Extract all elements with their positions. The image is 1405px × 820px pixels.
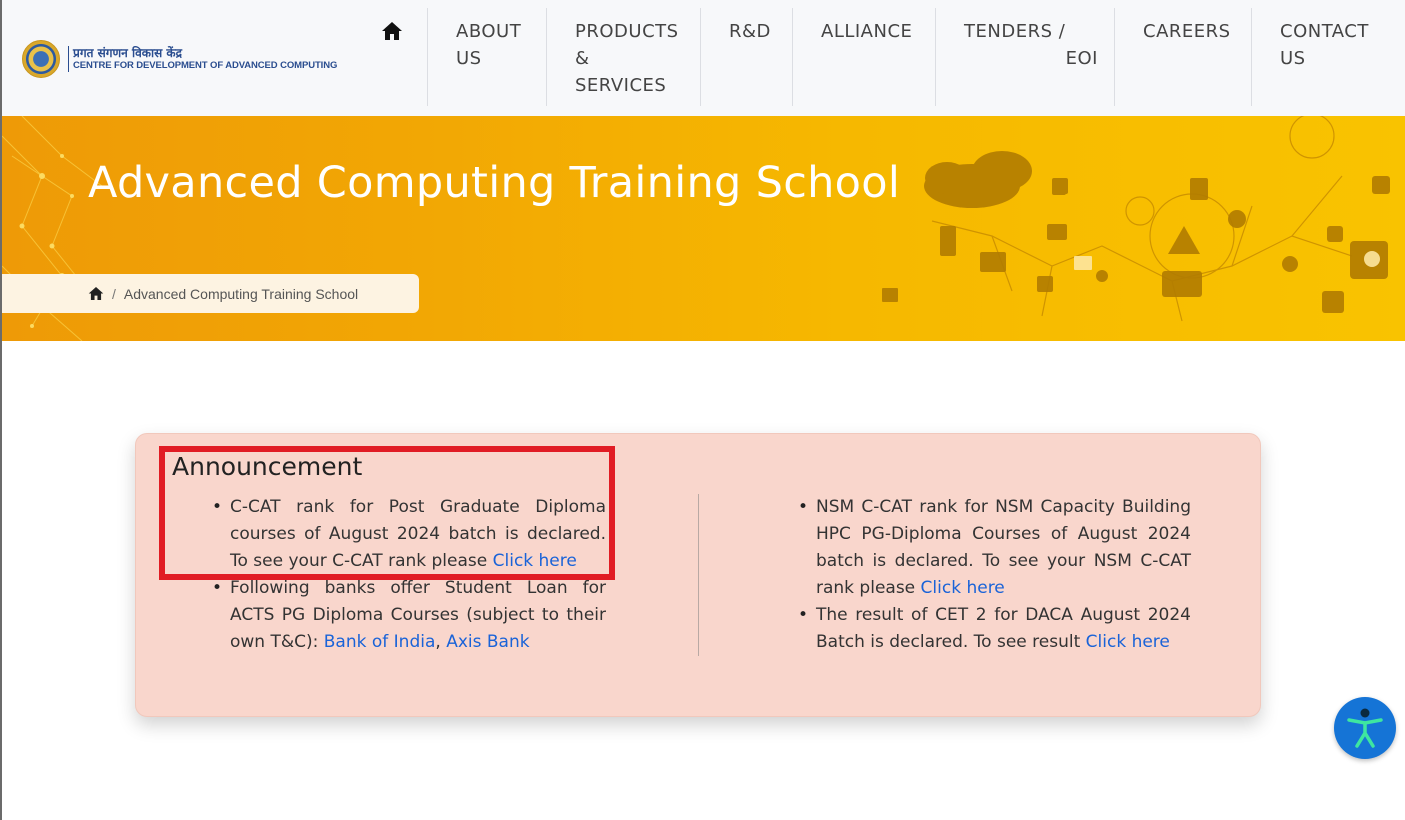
announcement-card: Announcement C-CAT rank for Post Graduat… (135, 433, 1261, 717)
nav-careers-label: CAREERS (1143, 21, 1231, 42)
cdac-emblem-icon (22, 40, 60, 78)
announcement-right-list: NSM C-CAT rank for NSM Capacity Building… (798, 494, 1191, 656)
announcement-left-column: C-CAT rank for Post Graduate Diploma cou… (212, 494, 606, 656)
announcement-right-column: NSM C-CAT rank for NSM Capacity Building… (798, 494, 1191, 656)
nav-products-line3: SERVICES (575, 75, 667, 96)
logo-english-text: CENTRE FOR DEVELOPMENT OF ADVANCED COMPU… (73, 60, 338, 71)
page-title: Advanced Computing Training School (88, 158, 901, 208)
page-banner: Advanced Computing Training School / Adv… (2, 116, 1405, 341)
technology-icons-decoration-icon (882, 116, 1390, 322)
nav-products-line1: PRODUCTS (575, 21, 679, 42)
nav-tenders-line2: EOI (1065, 48, 1098, 69)
site-header: प्रगत संगणन विकास केंद्र CENTRE FOR DEVE… (2, 0, 1405, 116)
nav-products-services[interactable]: PRODUCTS & SERVICES (546, 8, 679, 106)
logo-hindi-text: प्रगत संगणन विकास केंद्र (73, 46, 182, 60)
nav-about-us[interactable]: ABOUT US (427, 8, 521, 106)
announcement-title: Announcement (172, 452, 363, 481)
nav-about-us-line2: US (456, 48, 482, 69)
announcement-left-list: C-CAT rank for Post Graduate Diploma cou… (212, 494, 606, 656)
list-item: NSM C-CAT rank for NSM Capacity Building… (798, 494, 1191, 602)
accessibility-icon (1347, 708, 1383, 748)
nav-contact-line1: CONTACT (1280, 21, 1369, 42)
nav-rnd[interactable]: R&D (700, 8, 771, 106)
nav-rnd-label: R&D (729, 21, 771, 42)
nav-alliance-label: ALLIANCE (821, 21, 913, 42)
ccat-rank-link[interactable]: Click here (493, 551, 577, 571)
nav-home[interactable] (381, 21, 403, 41)
breadcrumb-separator: / (112, 285, 116, 302)
bank-of-india-link[interactable]: Bank of India (324, 632, 436, 652)
home-icon (382, 22, 402, 40)
breadcrumb: / Advanced Computing Training School (2, 274, 419, 313)
breadcrumb-current: Advanced Computing Training School (123, 285, 359, 302)
nav-products-line2: & (575, 48, 590, 69)
axis-bank-link[interactable]: Axis Bank (446, 632, 529, 652)
cdac-logo[interactable]: प्रगत संगणन विकास केंद्र CENTRE FOR DEVE… (22, 40, 337, 78)
nav-about-us-line1: ABOUT (456, 21, 522, 42)
nav-tenders-line1: TENDERS / (964, 21, 1066, 42)
nav-contact-us[interactable]: CONTACT US (1251, 8, 1369, 106)
nav-tenders-eoi[interactable]: TENDERS / EOI (935, 8, 1114, 106)
breadcrumb-home-icon[interactable] (88, 286, 104, 301)
nav-contact-line2: US (1280, 48, 1306, 69)
logo-text: प्रगत संगणन विकास केंद्र CENTRE FOR DEVE… (68, 46, 337, 72)
nav-alliance[interactable]: ALLIANCE (792, 8, 912, 106)
column-divider (698, 494, 699, 656)
list-item: The result of CET 2 for DACA August 2024… (798, 602, 1191, 656)
list-item: Following banks offer Student Loan for A… (212, 575, 606, 656)
nsm-ccat-rank-link[interactable]: Click here (921, 578, 1005, 598)
accessibility-button[interactable] (1334, 697, 1396, 759)
nav-careers[interactable]: CAREERS (1114, 8, 1231, 106)
cet2-result-link[interactable]: Click here (1086, 632, 1170, 652)
list-item: C-CAT rank for Post Graduate Diploma cou… (212, 494, 606, 575)
link-separator: , (435, 632, 447, 652)
